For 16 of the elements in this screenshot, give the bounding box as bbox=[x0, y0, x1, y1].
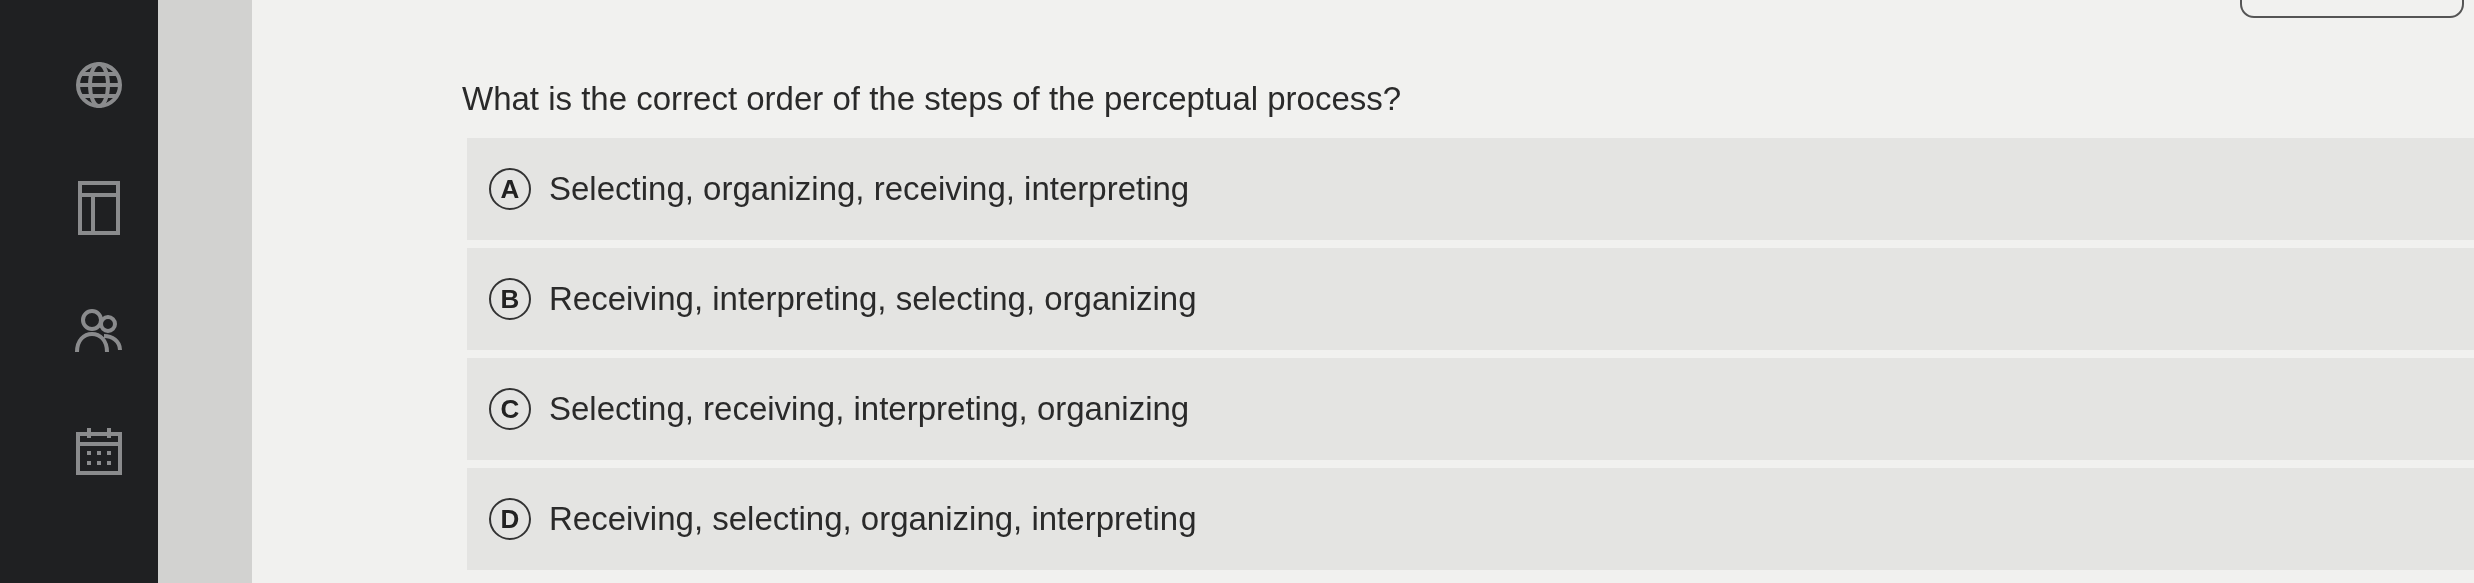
answer-option[interactable]: D Receiving, selecting, organizing, interpreting bbox=[467, 468, 2474, 570]
book-icon[interactable] bbox=[77, 180, 121, 236]
calendar-icon[interactable] bbox=[75, 426, 123, 476]
globe-icon[interactable] bbox=[74, 60, 124, 110]
option-text: Selecting, receiving, interpreting, organizing bbox=[549, 390, 1190, 428]
option-letter: A bbox=[489, 168, 531, 210]
option-letter: D bbox=[489, 498, 531, 540]
answer-option[interactable]: C Selecting, receiving, interpreting, organizing bbox=[467, 358, 2474, 460]
option-letter: B bbox=[489, 278, 531, 320]
question-text: What is the correct order of the steps of the perceptual process? bbox=[462, 80, 1402, 118]
option-text: Receiving, selecting, organizing, interpreting bbox=[549, 500, 1197, 538]
answer-option[interactable]: B Receiving, interpreting, selecting, organizing bbox=[467, 248, 2474, 350]
answer-option[interactable]: A Selecting, organizing, receiving, interpreting bbox=[467, 138, 2474, 240]
option-letter: C bbox=[489, 388, 531, 430]
option-text: Selecting, organizing, receiving, interpreting bbox=[549, 170, 1190, 208]
option-text: Receiving, interpreting, selecting, organizing bbox=[549, 280, 1197, 318]
